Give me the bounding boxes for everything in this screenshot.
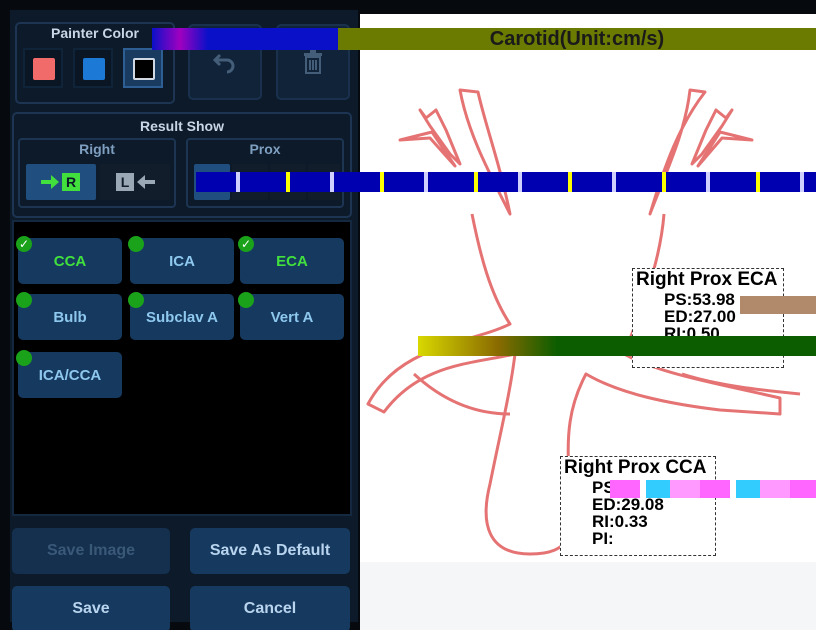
vessel-label: Vert A bbox=[270, 308, 314, 326]
color-swatch-black bbox=[133, 58, 155, 80]
side-selector: Right R L bbox=[18, 138, 176, 208]
vessel-label: ICA/CCA bbox=[38, 366, 102, 384]
side-left-button[interactable]: L bbox=[100, 164, 170, 200]
glitch-bar-bottom bbox=[610, 480, 816, 498]
save-as-default-button[interactable]: Save As Default bbox=[190, 528, 350, 574]
color-blue-button[interactable] bbox=[73, 48, 113, 88]
glitch-bar-lower bbox=[418, 336, 816, 356]
vessel-label: ICA bbox=[169, 252, 195, 270]
check-icon: ✓ bbox=[16, 236, 32, 252]
vessel-button-cca[interactable]: ✓ CCA bbox=[16, 236, 122, 284]
color-swatch-blue bbox=[83, 58, 105, 80]
cca-result-box[interactable]: Right Prox CCA PS:4 ED:29.08 RI:0.33 PI: bbox=[560, 456, 716, 556]
vessel-label: Bulb bbox=[53, 308, 87, 326]
vessel-button-eca[interactable]: ✓ ECA bbox=[238, 236, 344, 284]
vessel-button-bulb[interactable]: Bulb bbox=[16, 292, 122, 340]
check-icon: ✓ bbox=[238, 236, 254, 252]
status-dot-icon bbox=[238, 292, 254, 308]
result-show-title: Result Show bbox=[139, 118, 224, 134]
color-swatch-red bbox=[33, 58, 55, 80]
diagram-title: Carotid(Unit:cm/s) bbox=[338, 28, 816, 50]
painter-color-title: Painter Color bbox=[51, 25, 139, 41]
undo-icon bbox=[212, 53, 235, 74]
left-panel: Painter Color Result Show Right R L Prox… bbox=[10, 10, 358, 630]
arrow-left-l-icon: L bbox=[116, 173, 155, 191]
status-dot-icon bbox=[16, 350, 32, 366]
glitch-patch-eca bbox=[740, 296, 816, 314]
cca-ed-value: ED:29.08 bbox=[592, 495, 664, 514]
status-dot-icon bbox=[128, 236, 144, 252]
r-letter: R bbox=[66, 174, 76, 190]
save-image-button[interactable]: Save Image bbox=[12, 528, 170, 574]
color-red-button[interactable] bbox=[23, 48, 63, 88]
glitch-bar-top bbox=[152, 28, 338, 50]
app-window: Painter Color Result Show Right R L Prox… bbox=[0, 0, 816, 630]
l-letter: L bbox=[121, 174, 130, 190]
vessel-button-subclav-a[interactable]: Subclav A bbox=[128, 292, 234, 340]
vessel-button-vert-a[interactable]: Vert A bbox=[238, 292, 344, 340]
cca-ri-value: RI:0.33 bbox=[592, 512, 648, 531]
vessel-list: ✓ CCA ICA ✓ ECA Bulb Subclav A Vert A ICA/CCA bbox=[12, 220, 352, 516]
vessel-button-ica[interactable]: ICA bbox=[128, 236, 234, 284]
glitch-bar-middle bbox=[196, 172, 816, 192]
result-show-group: Result Show Right R L Prox bbox=[12, 112, 352, 218]
cca-pi-value: PI: bbox=[592, 529, 614, 548]
position-title: Prox bbox=[249, 141, 281, 157]
status-dot-icon bbox=[128, 292, 144, 308]
trash-icon bbox=[304, 50, 322, 74]
side-right-button[interactable]: R bbox=[26, 164, 96, 200]
save-button[interactable]: Save bbox=[12, 586, 170, 630]
color-black-button[interactable] bbox=[123, 48, 163, 88]
cancel-button[interactable]: Cancel bbox=[190, 586, 350, 630]
arrow-right-r-icon: R bbox=[41, 173, 80, 191]
vessel-label: ECA bbox=[276, 252, 308, 270]
painter-color-group: Painter Color bbox=[15, 22, 175, 104]
vessel-button-ica-cca[interactable]: ICA/CCA bbox=[16, 350, 122, 398]
cca-result-title: Right Prox CCA bbox=[564, 457, 707, 478]
side-title: Right bbox=[79, 141, 115, 157]
status-dot-icon bbox=[16, 292, 32, 308]
vessel-label: CCA bbox=[53, 252, 87, 270]
eca-result-title: Right Prox ECA bbox=[636, 269, 778, 290]
vessel-label: Subclav A bbox=[146, 308, 218, 326]
